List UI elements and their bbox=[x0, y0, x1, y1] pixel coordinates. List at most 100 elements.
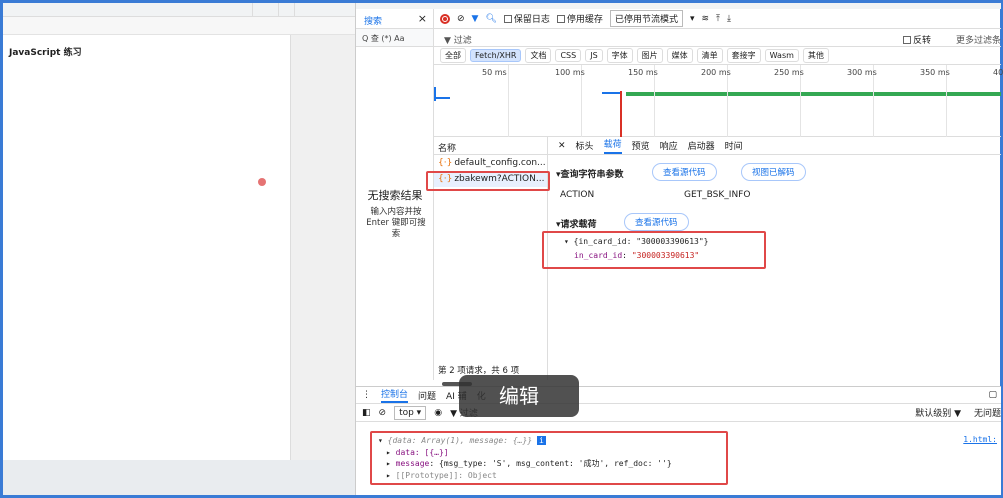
chevron-down-icon[interactable]: ▾ bbox=[690, 14, 695, 24]
drawer-tabs: ⋮ 控制台 问题 AI 辅 化 ▢ bbox=[356, 387, 1001, 404]
network-panel: ⊘ ▼ 🔍︎ 保留日志 停用缓存 已停用节流模式 ▾ ≋ ⤒ ⤓ ▼ 过滤 反转… bbox=[426, 9, 1003, 386]
more-filters[interactable]: 更多过滤条 bbox=[956, 33, 1001, 46]
view-decoded-button[interactable]: 视图已解码 bbox=[741, 163, 806, 181]
type-filter-chip[interactable]: 图片 bbox=[636, 48, 663, 63]
timeline-tick-label: 350 ms bbox=[920, 68, 950, 77]
type-filter-chip[interactable]: CSS bbox=[555, 49, 582, 62]
timeline-tick-label: 250 ms bbox=[774, 68, 804, 77]
dock-icon[interactable]: ▢ bbox=[988, 390, 997, 400]
record-icon[interactable] bbox=[440, 13, 450, 24]
page-viewport: JavaScript 练习 bbox=[3, 35, 355, 460]
tab-console[interactable]: 控制台 bbox=[381, 387, 409, 403]
search-icon[interactable]: 🔍︎ bbox=[485, 14, 496, 24]
type-filter-chip[interactable]: 全部 bbox=[440, 48, 466, 63]
type-filter-chip[interactable]: 字体 bbox=[606, 48, 633, 63]
tab-segment bbox=[279, 3, 295, 17]
preserve-log-checkbox[interactable]: 保留日志 bbox=[503, 12, 550, 25]
devtools-panel: 搜索 × Q 查 (*) Aa 无搜索结果 输入内容并按 Enter 键即可搜索… bbox=[355, 3, 1003, 495]
timeline-marker bbox=[620, 91, 622, 137]
tab-segment bbox=[3, 3, 253, 17]
tab-preview[interactable]: 预览 bbox=[632, 139, 650, 152]
type-filter-chip[interactable]: Fetch/XHR bbox=[470, 49, 522, 62]
edit-toast: 编辑 bbox=[459, 375, 579, 417]
timeline-gridline bbox=[508, 65, 509, 137]
param-value: GET_BSK_INFO bbox=[684, 190, 751, 200]
network-toolbar: ⊘ ▼ 🔍︎ 保留日志 停用缓存 已停用节流模式 ▾ ≋ ⤒ ⤓ bbox=[434, 9, 1001, 29]
page-footer bbox=[3, 460, 355, 495]
query-params-section[interactable]: ▾查询字符串参数 bbox=[556, 167, 624, 180]
type-filter-chip[interactable]: Wasm bbox=[764, 49, 799, 62]
issues-count[interactable]: 无问题 bbox=[974, 406, 1001, 419]
timeline-marker bbox=[434, 87, 436, 101]
throttle-select[interactable]: 已停用节流模式 bbox=[609, 10, 683, 27]
close-icon[interactable]: ✕ bbox=[558, 141, 566, 151]
timeline-bar bbox=[434, 97, 450, 99]
payload-view-source-button[interactable]: 查看源代码 bbox=[624, 213, 689, 231]
tab-response[interactable]: 响应 bbox=[660, 139, 678, 152]
no-results-label: 无搜索结果 bbox=[367, 189, 423, 202]
timeline-bar bbox=[626, 92, 1001, 96]
tab-issues[interactable]: 问题 bbox=[418, 389, 436, 402]
eye-icon[interactable]: ◉ bbox=[434, 408, 442, 418]
type-filter-chip[interactable]: 清单 bbox=[696, 48, 723, 63]
search-input[interactable]: Q 查 (*) Aa bbox=[356, 29, 433, 47]
filter-icon[interactable]: ▼ bbox=[472, 14, 479, 24]
close-icon[interactable]: × bbox=[418, 12, 427, 25]
type-filter-bar: 全部 Fetch/XHR 文档 CSS JS 字体 图片 媒体 清单 套接字 Wasm 其他 bbox=[434, 47, 1001, 65]
clear-icon[interactable]: ⊘ bbox=[379, 408, 387, 418]
highlight-box bbox=[426, 171, 550, 191]
search-panel: 搜索 × Q 查 (*) Aa 无搜索结果 输入内容并按 Enter 键即可搜索 bbox=[356, 9, 434, 380]
highlight-box bbox=[542, 231, 766, 269]
timeline-tick-label: 100 ms bbox=[555, 68, 585, 77]
tab-payload[interactable]: 载荷 bbox=[603, 137, 622, 154]
param-key: ACTION bbox=[560, 190, 595, 200]
timeline-tick-label: 150 ms bbox=[628, 68, 658, 77]
type-filter-chip[interactable]: 媒体 bbox=[666, 48, 693, 63]
error-indicator-icon bbox=[258, 178, 266, 186]
request-detail: ✕ 标头 载荷 预览 响应 启动器 时间 ▾查询字符串参数 查看源代码 视图已解… bbox=[542, 137, 1001, 380]
tab-initiator[interactable]: 启动器 bbox=[688, 139, 715, 152]
request-list: 名称 {·} default_config.con... {·} zbakewm?A… bbox=[426, 137, 550, 380]
timeline-tick-label: 200 ms bbox=[701, 68, 731, 77]
source-link[interactable]: 1.html: bbox=[963, 435, 997, 444]
name-column-header[interactable]: 名称 bbox=[434, 137, 547, 155]
context-select[interactable]: top ▾ bbox=[394, 405, 427, 420]
disable-cache-checkbox[interactable]: 停用缓存 bbox=[556, 12, 603, 25]
upload-icon[interactable]: ⤒ bbox=[716, 14, 720, 24]
highlight-box bbox=[370, 431, 728, 485]
page-title: JavaScript 练习 bbox=[9, 48, 82, 58]
console-drawer: ⋮ 控制台 问题 AI 辅 化 ▢ ◧ ⊘ top ▾ ◉ ▼ 过滤 默认级别 … bbox=[356, 386, 1001, 495]
request-row[interactable]: {·} default_config.con... bbox=[434, 155, 547, 171]
tab-segment bbox=[253, 3, 279, 17]
download-icon[interactable]: ⤓ bbox=[727, 14, 731, 24]
search-header: 搜索 × bbox=[356, 9, 433, 31]
filter-bar: ▼ 过滤 反转 更多过滤条 bbox=[434, 29, 1001, 47]
invert-checkbox[interactable]: 反转 bbox=[902, 33, 931, 46]
timeline-tick-label: 400 bbox=[993, 68, 1003, 77]
type-filter-chip[interactable]: 其他 bbox=[802, 48, 829, 63]
search-options[interactable]: Q 查 (*) Aa bbox=[362, 33, 405, 44]
timeline-bar bbox=[602, 92, 620, 94]
type-filter-chip[interactable]: 文档 bbox=[525, 48, 552, 63]
wifi-icon[interactable]: ≋ bbox=[701, 14, 709, 24]
type-filter-chip[interactable]: JS bbox=[585, 49, 603, 62]
clear-icon[interactable]: ⊘ bbox=[457, 14, 465, 24]
type-filter-chip[interactable]: 套接字 bbox=[726, 48, 761, 63]
tab-headers[interactable]: 标头 bbox=[576, 139, 594, 152]
tab-timing[interactable]: 时间 bbox=[725, 139, 743, 152]
level-select[interactable]: 默认级别 ▼ bbox=[915, 406, 961, 419]
timeline-overview: 50 ms 100 ms 150 ms 200 ms 250 ms 300 ms 350 m… bbox=[434, 65, 1003, 137]
payload-section[interactable]: ▾请求载荷 bbox=[556, 217, 597, 230]
page-toolbar bbox=[3, 17, 355, 35]
sidebar-icon[interactable]: ◧ bbox=[362, 408, 371, 418]
detail-tabs: ✕ 标头 载荷 预览 响应 启动器 时间 bbox=[548, 137, 1001, 155]
timeline-tick-label: 50 ms bbox=[482, 68, 507, 77]
page-content: JavaScript 练习 bbox=[3, 35, 291, 460]
menu-icon[interactable]: ⋮ bbox=[362, 390, 371, 400]
view-source-button[interactable]: 查看源代码 bbox=[652, 163, 717, 181]
console-toolbar: ◧ ⊘ top ▾ ◉ ▼ 过滤 默认级别 ▼ 无问题 bbox=[356, 404, 1001, 422]
timeline-tick-label: 300 ms bbox=[847, 68, 877, 77]
search-hint: 输入内容并按 Enter 键即可搜索 bbox=[366, 207, 426, 239]
filter-input[interactable]: ▼ 过滤 bbox=[444, 33, 472, 46]
browser-tab-strip bbox=[3, 3, 355, 17]
